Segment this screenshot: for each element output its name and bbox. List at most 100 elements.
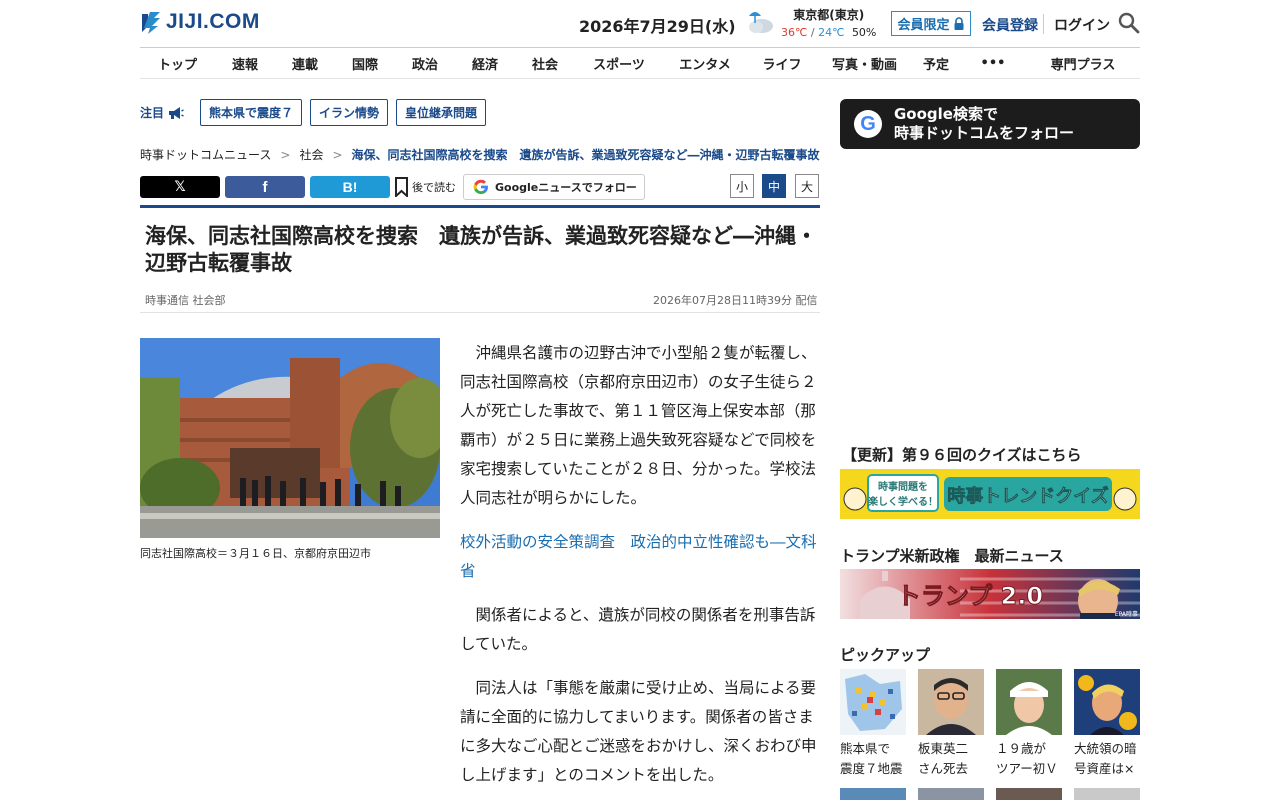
- pickup-title-line2: ツアー初Ｖ: [996, 761, 1058, 776]
- google-g-icon: [473, 179, 488, 194]
- breadcrumb-society[interactable]: 社会: [299, 146, 323, 163]
- breadcrumb-separator: >: [280, 147, 291, 162]
- nav-item-society[interactable]: 社会: [515, 54, 575, 73]
- nav-item-series[interactable]: 連載: [275, 54, 335, 73]
- topics-label: 注目: [140, 104, 184, 121]
- nav-item-top[interactable]: トップ: [140, 54, 215, 73]
- quiz-banner[interactable]: 時事問題を 楽しく学べる！ 時事トレンドクイズ: [840, 469, 1140, 519]
- pickup-title-line1: 板東英二: [918, 741, 969, 756]
- topic-tag-succession[interactable]: 皇位継承問題: [396, 99, 487, 126]
- member-only-button[interactable]: 会員限定: [891, 11, 971, 36]
- quiz-heading: 【更新】第９６回のクイズはこちら: [842, 446, 1082, 464]
- font-size-small-button[interactable]: 小: [730, 174, 754, 198]
- share-x-button[interactable]: 𝕏: [140, 176, 220, 198]
- weather-temps: 36℃ / 24℃ 50%: [781, 26, 876, 39]
- google-follow-text: Google検索で 時事ドットコムをフォロー: [894, 105, 1074, 143]
- main-nav: トップ 速報 連載 国際 政治 経済 社会 スポーツ エンタメ ライフ 写真・動…: [140, 48, 1140, 78]
- share-facebook-button[interactable]: f: [225, 176, 305, 198]
- weather-widget[interactable]: 東京都(東京) 36℃ / 24℃ 50%: [745, 6, 876, 39]
- quake-map-image: [840, 669, 906, 735]
- login-link[interactable]: ログイン: [1054, 15, 1110, 35]
- register-link[interactable]: 会員登録: [982, 15, 1038, 35]
- nav-item-entertainment[interactable]: エンタメ: [663, 54, 747, 73]
- google-search-follow-banner[interactable]: G Google検索で 時事ドットコムをフォロー: [840, 99, 1140, 149]
- pickup-title-line2: 号資産は×: [1074, 761, 1135, 776]
- google-news-follow-button[interactable]: Googleニュースでフォロー: [463, 174, 645, 200]
- nav-item-breaking[interactable]: 速報: [215, 54, 275, 73]
- bookmark-icon: [395, 177, 408, 197]
- google-g-icon: G: [854, 110, 882, 138]
- nav-item-photo-video[interactable]: 写真・動画: [817, 54, 912, 73]
- pickup-item[interactable]: 熊本県で 震度７地震: [840, 669, 906, 779]
- share-hatena-button[interactable]: B!: [310, 176, 390, 198]
- crypto-collage-image: [1074, 669, 1140, 735]
- nav-item-economy[interactable]: 経済: [455, 54, 515, 73]
- quiz-banner-tagline-1: 時事問題を: [878, 480, 928, 493]
- person-portrait-image: [918, 669, 984, 735]
- pickup-item[interactable]: 大統領の暗 号資産は×: [1074, 669, 1140, 779]
- article-paragraph: 沖縄県名護市の辺野古沖で小型船２隻が転覆し、同志社国際高校（京都府京田辺市）の女…: [460, 344, 817, 507]
- pickup-title-line2: 震度７地震: [840, 761, 903, 776]
- rain-chance: 50%: [851, 26, 877, 39]
- google-news-label: Googleニュースでフォロー: [495, 181, 637, 194]
- pickup-title-line1: 大統領の暗: [1074, 741, 1137, 756]
- temp-low: 24℃: [818, 26, 845, 39]
- trump-banner[interactable]: トランプ 2.0 EPA時事: [840, 569, 1140, 619]
- pickup-thumbnail-next[interactable]: [918, 788, 984, 800]
- article-paragraph: 関係者によると、遺族が同校の関係者を刑事告訴していた。: [460, 606, 816, 653]
- google-follow-line1: Google検索で: [894, 105, 998, 123]
- temp-high: 36℃: [781, 26, 808, 39]
- article-author: 時事通信 社会部: [145, 294, 226, 307]
- search-icon: [1118, 12, 1140, 34]
- nav-item-schedule[interactable]: 予定: [912, 54, 960, 73]
- pickup-item[interactable]: 板東英二 さん死去: [918, 669, 984, 779]
- breadcrumb-home[interactable]: 時事ドットコムニュース: [140, 146, 271, 163]
- logo-text: JIJI.COM: [166, 10, 260, 33]
- article-photo[interactable]: [140, 338, 440, 538]
- article-meta-divider: [140, 312, 820, 313]
- trending-topics: 注目 熊本県で震度７ イラン情勢 皇位継承問題: [140, 99, 487, 126]
- topic-tag-kumamoto-quake[interactable]: 熊本県で震度７: [200, 99, 303, 126]
- search-button[interactable]: [1118, 12, 1140, 38]
- related-article-link[interactable]: 校外活動の安全策調査 政治的中立性確認も―文科省: [460, 528, 820, 586]
- site-logo[interactable]: JIJI.COM: [140, 10, 260, 34]
- pickup-title-line1: １９歳が: [996, 741, 1047, 756]
- nav-item-more[interactable]: •••: [960, 56, 1026, 71]
- golfer-portrait-image: [996, 669, 1062, 735]
- pickup-title-line2: さん死去: [918, 761, 969, 776]
- nav-item-international[interactable]: 国際: [335, 54, 395, 73]
- article-timestamp: 2026年07月28日11時39分 配信: [653, 294, 818, 307]
- pickup-item[interactable]: １９歳が ツアー初Ｖ: [996, 669, 1062, 779]
- temp-separator: /: [810, 26, 815, 39]
- read-later-button[interactable]: 後で読む: [394, 177, 456, 197]
- trump-banner-title: トランプ 2.0: [897, 582, 1043, 610]
- trump-banner-credit: EPA時事: [1115, 610, 1138, 618]
- topic-tag-iran[interactable]: イラン情勢: [310, 99, 389, 126]
- school-building-photo: [140, 338, 440, 538]
- font-size-medium-button[interactable]: 中: [762, 174, 786, 198]
- nav-item-politics[interactable]: 政治: [395, 54, 455, 73]
- quiz-banner-image: 時事問題を 楽しく学べる！ 時事トレンドクイズ: [840, 469, 1140, 519]
- google-follow-line2: 時事ドットコムをフォロー: [894, 124, 1075, 142]
- read-later-label: 後で読む: [412, 181, 456, 194]
- pickup-thumbnail: [996, 669, 1062, 735]
- topics-label-text: 注目: [140, 106, 165, 120]
- pickup-thumbnail-next[interactable]: [1074, 788, 1140, 800]
- photo-caption: 同志社国際高校＝３月１６日、京都府京田辺市: [140, 547, 371, 560]
- lock-icon: [954, 17, 963, 30]
- breadcrumb: 時事ドットコムニュース > 社会 > 海保、同志社国際高校を捜索 遺族が告訴、業…: [140, 146, 820, 163]
- trump-banner-image: トランプ 2.0 EPA時事: [840, 569, 1140, 619]
- pickup-thumbnail-next[interactable]: [996, 788, 1062, 800]
- pickup-thumbnail: [1074, 669, 1140, 735]
- nav-item-sports[interactable]: スポーツ: [575, 54, 663, 73]
- breadcrumb-current: 海保、同志社国際高校を捜索 遺族が告訴、業過致死容疑など―沖縄・辺野古転覆事故: [351, 148, 820, 162]
- nav-item-life[interactable]: ライフ: [747, 54, 817, 73]
- pickup-thumbnail: [918, 669, 984, 735]
- font-size-large-button[interactable]: 大: [795, 174, 819, 198]
- trump-news-heading: トランプ米新政権 最新ニュース: [840, 547, 1064, 565]
- quiz-banner-tagline-2: 楽しく学べる！: [867, 495, 938, 508]
- pickup-thumbnail-next[interactable]: [840, 788, 906, 800]
- article-paragraph: 同法人は「事態を厳粛に受け止め、当局による要請に全面的に協力してまいります。関係…: [460, 679, 817, 784]
- nav-item-premium[interactable]: 専門プラス: [1026, 54, 1140, 73]
- member-only-label: 会員限定: [897, 18, 950, 33]
